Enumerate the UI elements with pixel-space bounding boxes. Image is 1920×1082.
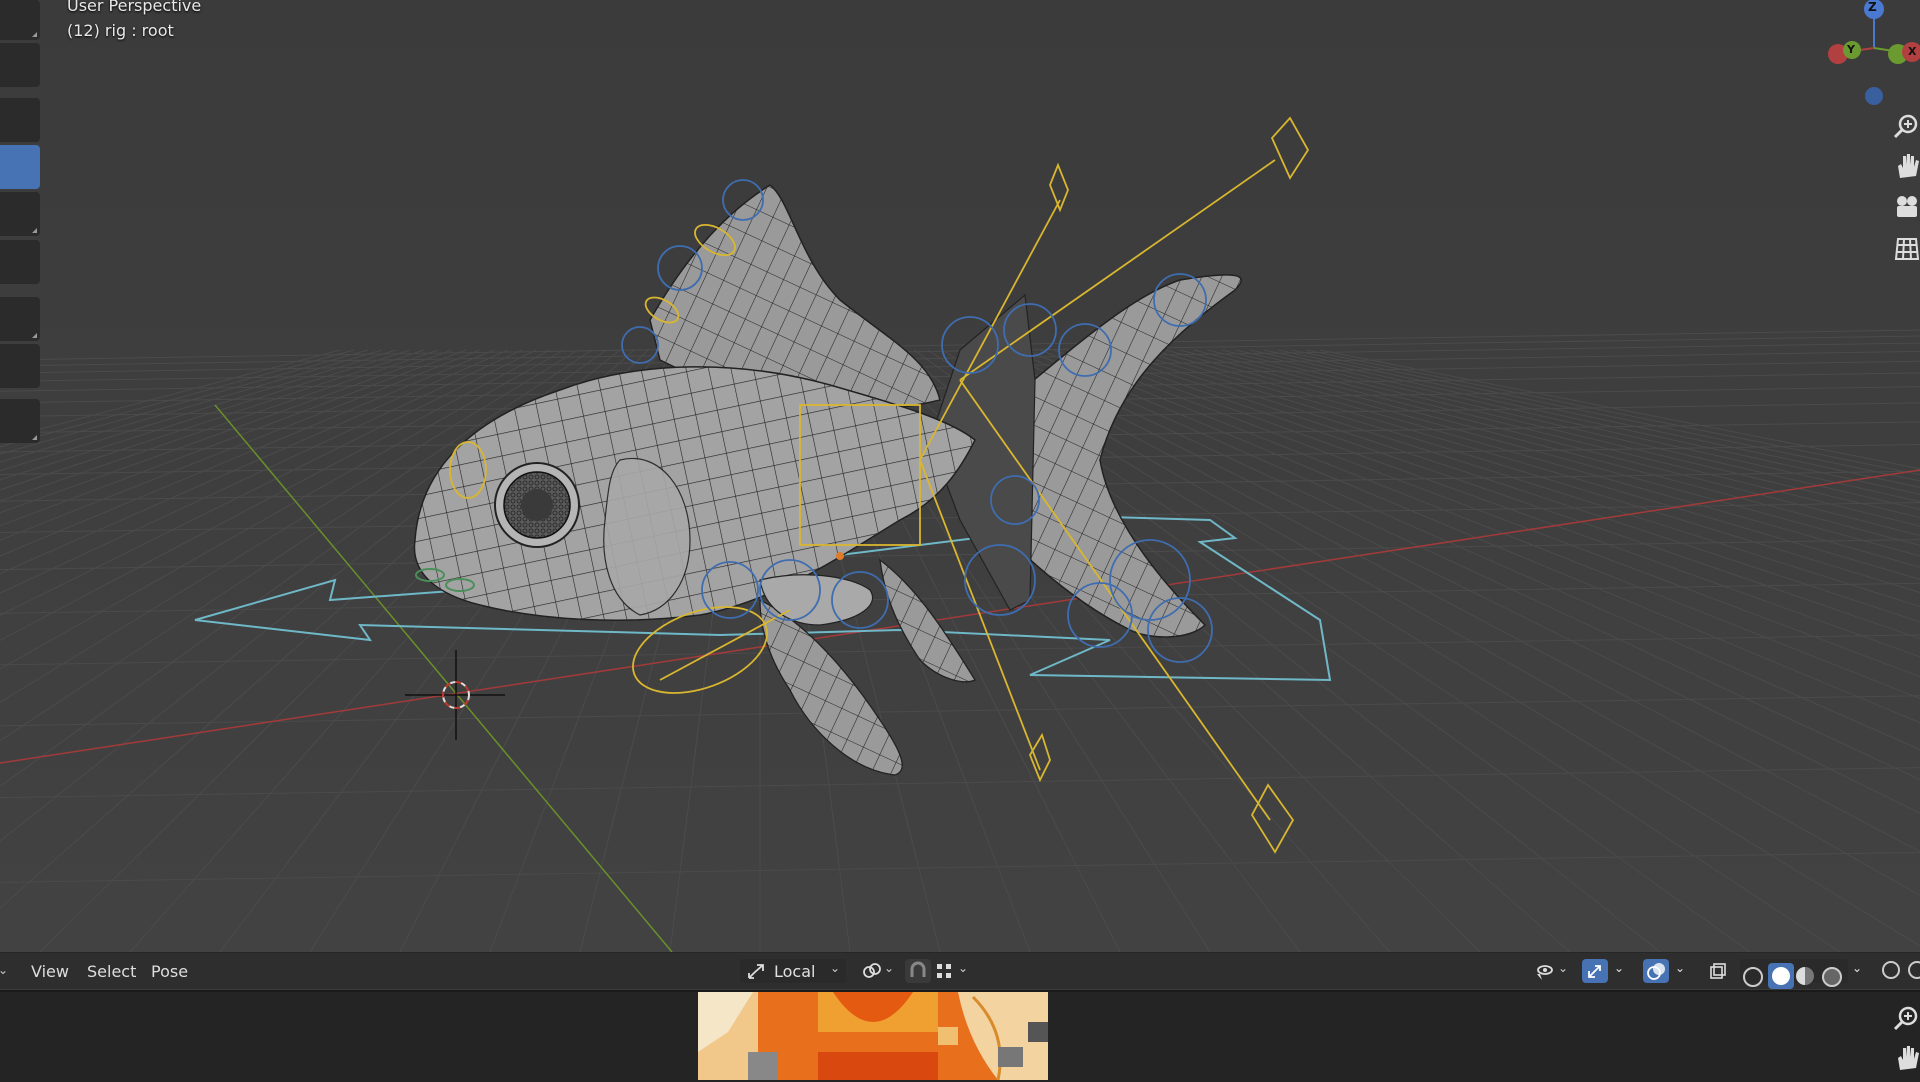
measure-tool-button[interactable]: [0, 399, 40, 443]
transform-orientation-dropdown[interactable]: Local ⌄: [740, 959, 846, 983]
orientation-icon: [748, 964, 764, 979]
gizmo-toggle[interactable]: [1582, 959, 1608, 983]
3d-viewport[interactable]: User Perspective (12) rig : root Z Y X: [0, 0, 1920, 952]
menu-select[interactable]: Select: [87, 962, 136, 981]
snap-grid-icon: [937, 964, 951, 978]
pan-hand-icon[interactable]: [1892, 152, 1920, 186]
overlay-chevron-down-icon[interactable]: ⌄: [1675, 961, 1685, 975]
material-shading-icon[interactable]: [1796, 967, 1814, 985]
gizmo-chevron-down-icon[interactable]: ⌄: [1614, 961, 1624, 975]
extra-toggle-icon[interactable]: [1908, 961, 1920, 979]
selectability-visibility-dropdown[interactable]: ⌄: [1530, 959, 1572, 983]
overlay-toggle[interactable]: [1643, 959, 1669, 983]
xray-icon: [1710, 963, 1726, 979]
zoom-icon[interactable]: [1892, 1004, 1920, 1038]
chevron-down-icon: ⌄: [884, 961, 895, 975]
texture-preview-image[interactable]: [698, 992, 1048, 1080]
solid-shading-icon: [1772, 967, 1790, 985]
rotate-tool-button[interactable]: [0, 192, 40, 236]
wireframe-shading-icon[interactable]: [1743, 967, 1763, 987]
rendered-shading-icon[interactable]: [1822, 967, 1842, 987]
scene-canvas[interactable]: [0, 0, 1920, 952]
view-name: User Perspective: [67, 0, 202, 15]
active-bone-point[interactable]: [836, 552, 844, 560]
snap-icon: [910, 961, 926, 977]
proportional-edit-icon[interactable]: [1882, 961, 1900, 979]
gizmo-icon: [1588, 965, 1601, 978]
menu-view[interactable]: View: [31, 962, 69, 981]
tweak-tool-button[interactable]: [0, 0, 40, 40]
snap-target-dropdown[interactable]: ⌄: [934, 959, 974, 983]
chevron-down-icon: ⌄: [830, 961, 841, 975]
active-object-label: (12) rig : root: [67, 21, 174, 40]
menu-pose[interactable]: Pose: [151, 962, 188, 981]
visibility-icon: [1537, 965, 1553, 980]
gizmo-y-label: Y: [1847, 43, 1855, 56]
gizmo-z-label: Z: [1868, 0, 1877, 14]
ortho-grid-icon[interactable]: [1892, 235, 1920, 269]
pivot-point-dropdown[interactable]: ⌄: [858, 959, 898, 983]
gizmo-x-label: X: [1908, 45, 1917, 58]
annotate-tool-button[interactable]: [0, 344, 40, 388]
overlay-icon: [1647, 963, 1665, 980]
xray-toggle[interactable]: [1705, 959, 1731, 983]
chevron-down-icon: ⌄: [958, 961, 969, 975]
camera-view-icon[interactable]: [1892, 193, 1920, 227]
pan-hand-icon[interactable]: [1892, 1044, 1920, 1078]
move-tool-button[interactable]: [0, 145, 40, 189]
scale-tool-button[interactable]: [0, 240, 40, 284]
editor-type-chevron-icon[interactable]: ⌄: [0, 963, 8, 977]
transform-tool-button[interactable]: [0, 297, 40, 341]
select-tool-button[interactable]: [0, 43, 40, 87]
transform-orientation-label: Local: [774, 962, 816, 981]
shading-mode-group: [1740, 959, 1848, 989]
zoom-icon[interactable]: [1892, 112, 1920, 146]
viewport-header: ⌄ View Select Pose Local ⌄ ⌄ ⌄ ⌄ ⌄ ⌄ ⌄: [0, 952, 1920, 989]
pivot-icon: [863, 963, 881, 978]
snap-toggle[interactable]: [905, 959, 931, 983]
cursor-tool-button[interactable]: [0, 98, 40, 142]
chevron-down-icon: ⌄: [1558, 961, 1569, 975]
shading-chevron-down-icon[interactable]: ⌄: [1852, 961, 1862, 975]
